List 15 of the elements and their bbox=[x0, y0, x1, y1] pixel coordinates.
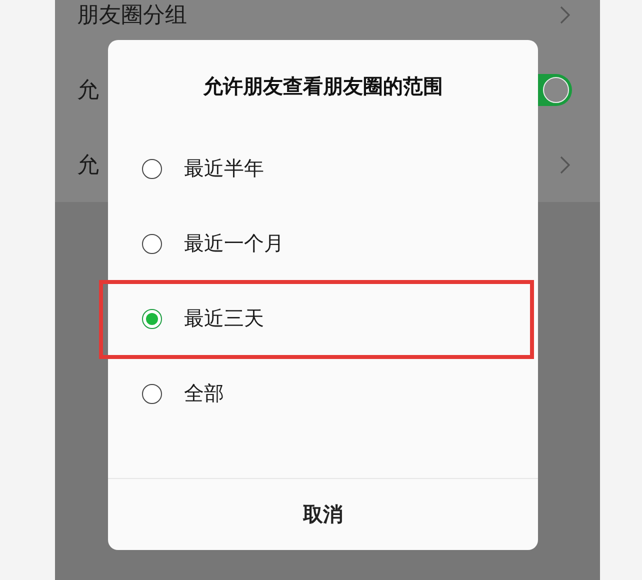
radio-button[interactable] bbox=[142, 234, 162, 254]
option-label[interactable]: 最近三天 bbox=[184, 305, 264, 332]
option-label[interactable]: 最近半年 bbox=[184, 155, 264, 182]
chevron-icon bbox=[560, 6, 570, 24]
radio-button[interactable] bbox=[142, 384, 162, 404]
setting-label: 允 bbox=[77, 76, 99, 104]
cancel-button[interactable]: 取消 bbox=[108, 478, 538, 550]
radio-button[interactable] bbox=[142, 308, 162, 328]
option-label[interactable]: 最近一个月 bbox=[184, 230, 284, 257]
radio-button[interactable] bbox=[142, 158, 162, 178]
setting-label: 允 bbox=[77, 152, 99, 180]
option-label[interactable]: 全部 bbox=[184, 380, 224, 407]
chevron-icon bbox=[560, 156, 570, 174]
dialog-title: 允许朋友查看朋友圈的范围 bbox=[202, 73, 444, 100]
setting-label: 朋友圈分组 bbox=[77, 2, 187, 30]
